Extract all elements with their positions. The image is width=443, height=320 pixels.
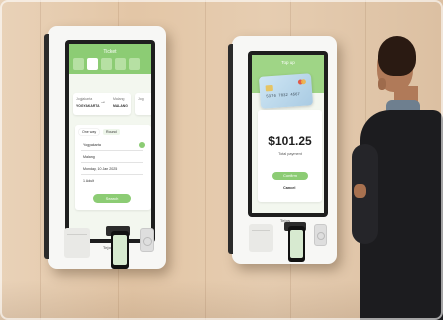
field-date[interactable]: Monday, 10 Jan 2025 [83,167,117,171]
route-card[interactable]: Jogjakarta YOGYAKARTA → Malang MALANG [73,93,131,115]
man-in-suit [350,34,443,320]
card-reader [314,224,327,246]
confirm-button[interactable]: Confirm [272,172,308,180]
payment-panel: $101.25 Total payment Confirm Cancel [258,110,322,202]
kiosk-side-edge [228,44,233,254]
field-to[interactable]: Malang [83,155,95,159]
ticket-header-title: Ticket [103,49,117,55]
tab-oneway[interactable]: One way [79,129,100,135]
field-passengers[interactable]: 1 Adult [83,179,94,183]
smartphone [288,226,305,262]
nfc-icon [143,237,152,246]
left-kiosk: Ticket Jogjakarta YOGYAKARTA → Malang MA… [44,26,166,269]
smartphone [111,231,129,269]
printer-slot [67,234,87,235]
hair [378,36,416,76]
card-reader [140,228,154,252]
route-from-label: Jogjakarta [76,97,93,101]
printer-slot [252,230,270,231]
route-to-label: Malang [113,97,125,101]
category-tile[interactable] [101,58,112,70]
left-kiosk-display: Ticket Jogjakarta YOGYAKARTA → Malang MA… [69,44,151,239]
wall-seam [40,0,41,320]
right-kiosk-screen: Top up 5376 7832 4567 $101.25 Total paym… [248,51,328,217]
route-from-code: YOGYAKARTA [76,104,100,108]
smartphone-screen [113,235,127,265]
photo-scene: Ticket Jogjakarta YOGYAKARTA → Malang MA… [0,0,443,320]
route-card-next[interactable]: Jog [135,93,151,115]
right-kiosk: Top up 5376 7832 4567 $101.25 Total paym… [228,36,337,264]
payment-amount: $101.25 [268,134,312,148]
divider [81,174,143,175]
hand [354,184,366,198]
payment-header-title: Top up [281,60,295,65]
booking-form: One way Round Yogyakarta Malang Monday, … [75,125,151,210]
swap-icon[interactable] [139,142,145,148]
credit-card-image: 5376 7832 4567 [258,73,314,109]
right-kiosk-display: Top up 5376 7832 4567 $101.25 Total paym… [252,55,324,213]
category-tile[interactable] [115,58,126,70]
smartphone-screen [290,230,303,258]
tab-round[interactable]: Round [103,129,120,135]
field-from[interactable]: Yogyakarta [83,143,101,147]
receipt-printer [249,224,273,252]
divider [81,150,143,151]
category-tile-selected[interactable] [87,58,98,70]
ear [378,78,386,90]
search-button[interactable]: Search [93,194,131,203]
card-network-icon [297,79,306,85]
arrow-right-icon: → [100,99,106,105]
category-tile[interactable] [73,58,84,70]
left-kiosk-screen: Ticket Jogjakarta YOGYAKARTA → Malang MA… [65,40,155,243]
wall-seam [205,0,206,320]
kiosk-side-edge [44,34,49,259]
receipt-printer [64,228,90,258]
route-to-code: MALANG [113,104,128,108]
card-number: 5376 7832 4567 [266,93,301,100]
card-chip [265,84,273,92]
divider [81,162,143,163]
route-side-label: Jog [138,97,144,101]
cancel-link[interactable]: Cancel [283,186,295,190]
payment-amount-label: Total payment [278,152,302,156]
category-tile[interactable] [129,58,140,70]
nfc-icon [317,232,325,240]
